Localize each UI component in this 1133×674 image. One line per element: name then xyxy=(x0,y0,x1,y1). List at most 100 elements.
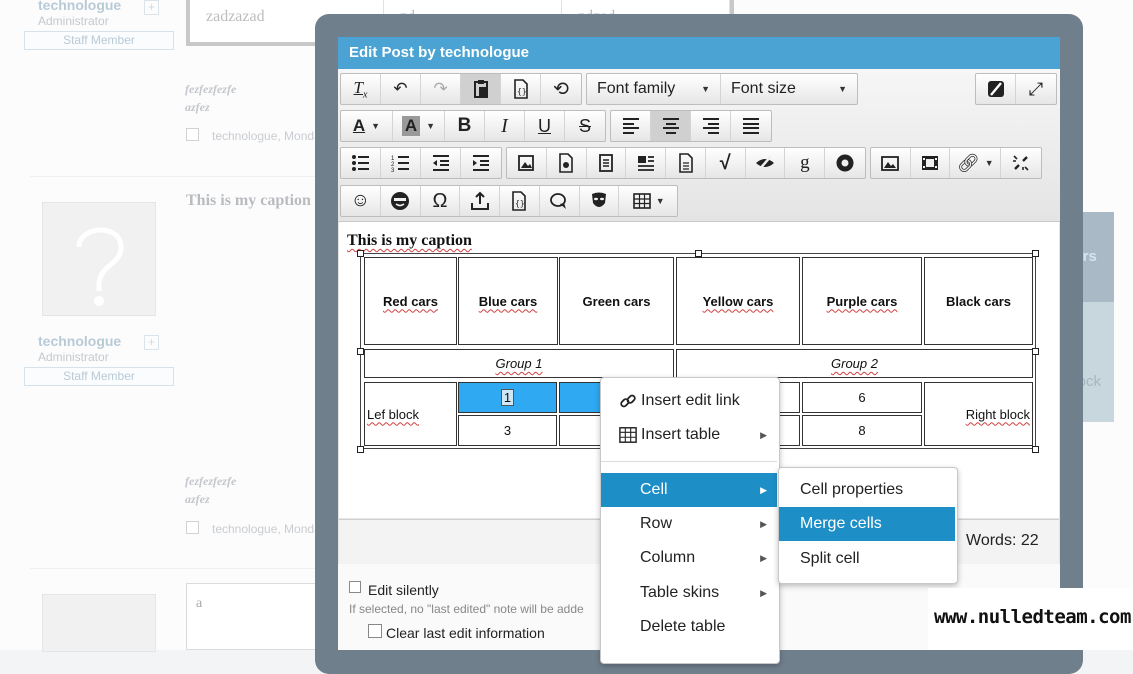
table-header-cell[interactable]: Black cars xyxy=(924,257,1033,345)
insert-template-button[interactable] xyxy=(666,148,706,178)
insert-code-button[interactable]: {} xyxy=(500,186,540,216)
table-caption[interactable]: This is my caption xyxy=(347,232,472,250)
font-family-dropdown[interactable]: Font family ▼ xyxy=(587,74,721,104)
justify-button[interactable] xyxy=(731,111,771,141)
insert-spoiler-button[interactable] xyxy=(746,148,786,178)
redo-button[interactable]: ↷ xyxy=(421,74,461,104)
resize-handle[interactable] xyxy=(1032,250,1039,257)
background-color-button[interactable]: A ▼ xyxy=(393,111,445,141)
insert-video-button[interactable] xyxy=(911,148,951,178)
table-cell[interactable]: 8 xyxy=(802,415,922,446)
insert-image-gallery-button[interactable] xyxy=(507,148,547,178)
align-right-button[interactable] xyxy=(691,111,731,141)
table-header-cell[interactable]: Blue cars xyxy=(458,257,558,345)
font-size-dropdown[interactable]: Font size ▼ xyxy=(721,74,857,104)
insert-file-button[interactable] xyxy=(547,148,587,178)
avatar[interactable] xyxy=(42,594,156,652)
divider xyxy=(30,568,330,569)
menu-item-split-cell[interactable]: Split cell xyxy=(779,542,955,576)
insert-google-button[interactable]: g xyxy=(785,148,826,178)
post-select-checkbox[interactable] xyxy=(186,521,199,534)
table-cell-left-block[interactable]: Lef block xyxy=(364,382,457,446)
plus-icon[interactable]: + xyxy=(144,0,159,15)
clear-formatting-button[interactable]: Tx xyxy=(341,74,381,104)
fullscreen-button[interactable]: ⤢ xyxy=(1016,74,1056,104)
strikethrough-button[interactable]: S xyxy=(565,111,605,141)
menu-item-insert-table[interactable]: Insert table ▶ xyxy=(601,418,777,452)
insert-formula-button[interactable]: √ xyxy=(706,148,746,178)
insert-document-button[interactable] xyxy=(587,148,627,178)
table-group-cell[interactable]: Group 1 xyxy=(364,349,674,378)
edit-silently-checkbox[interactable] xyxy=(349,581,361,593)
insert-table-button[interactable]: ▼ xyxy=(619,186,677,216)
menu-item-merge-cells[interactable]: Merge cells xyxy=(779,507,955,541)
menu-item-table-skins[interactable]: Table skins ▶ xyxy=(601,576,777,610)
menu-item-cell-properties[interactable]: Cell properties xyxy=(779,473,955,507)
italic-button[interactable]: I xyxy=(485,111,525,141)
table-header-cell[interactable]: Yellow cars xyxy=(676,257,800,345)
menu-item-label: Table skins xyxy=(640,584,720,601)
post-select-checkbox[interactable] xyxy=(186,128,199,141)
table-header-cell[interactable]: Red cars xyxy=(364,257,457,345)
table-cell[interactable]: 6 xyxy=(802,382,922,413)
source-code-button[interactable]: {} xyxy=(501,74,541,104)
indent-button[interactable] xyxy=(461,148,501,178)
code-file-icon: {} xyxy=(513,79,528,99)
plus-icon[interactable]: + xyxy=(144,335,159,350)
undo-button[interactable]: ↶ xyxy=(381,74,421,104)
insert-image-button[interactable] xyxy=(871,148,911,178)
user-name-link[interactable]: technologue xyxy=(38,333,121,349)
quick-reply-input[interactable]: a xyxy=(186,583,336,650)
user-name-link[interactable]: technologue xyxy=(38,0,121,13)
table-group-cell[interactable]: Group 2 xyxy=(676,349,1033,378)
insert-mask-button[interactable] xyxy=(580,186,620,216)
insert-upload-button[interactable] xyxy=(460,186,501,216)
underline-button[interactable]: U xyxy=(525,111,565,141)
table-header-cell[interactable]: Purple cars xyxy=(802,257,922,345)
align-left-button[interactable] xyxy=(611,111,651,141)
align-center-button[interactable] xyxy=(651,111,691,141)
resize-handle[interactable] xyxy=(1032,348,1039,355)
resize-handle[interactable] xyxy=(357,446,364,453)
bold-button[interactable]: B xyxy=(445,111,485,141)
table-cell-right-block[interactable]: Right block xyxy=(924,382,1033,446)
insert-quote-button[interactable] xyxy=(540,186,580,216)
table-cell[interactable] xyxy=(777,382,800,413)
table-cell[interactable]: 3 xyxy=(458,415,557,446)
insert-emoji-button[interactable] xyxy=(381,186,421,216)
menu-item-cell[interactable]: Cell ▶ xyxy=(601,473,777,507)
table-header-cell[interactable]: Green cars xyxy=(559,257,674,345)
unlink-button[interactable] xyxy=(1001,148,1041,178)
numbered-list-button[interactable]: 123 xyxy=(381,148,421,178)
menu-item-column[interactable]: Column ▶ xyxy=(601,541,777,575)
text-color-button[interactable]: A ▼ xyxy=(341,111,393,141)
special-character-button[interactable]: Ω xyxy=(421,186,461,216)
table-cell-selected[interactable] xyxy=(559,382,601,413)
paste-button[interactable] xyxy=(461,74,501,104)
menu-item-insert-edit-link[interactable]: Insert edit link xyxy=(601,384,777,418)
bullet-list-button[interactable] xyxy=(341,148,381,178)
resize-handle[interactable] xyxy=(695,250,702,257)
resize-handle[interactable] xyxy=(357,250,364,257)
insert-smilie-button[interactable]: ☺ xyxy=(341,186,381,216)
bold-icon: B xyxy=(457,115,472,136)
insert-article-button[interactable] xyxy=(626,148,667,178)
toggle-bbcode-button[interactable] xyxy=(976,74,1016,104)
resize-handle[interactable] xyxy=(1032,446,1039,453)
table-cell[interactable] xyxy=(777,415,800,446)
avatar[interactable] xyxy=(42,202,156,316)
toolbar-group-view: ⤢ xyxy=(975,73,1057,105)
restore-draft-button[interactable]: ⟲ xyxy=(541,74,581,104)
insert-link-button[interactable]: 🔗︎ ▼ xyxy=(950,148,1002,178)
menu-item-row[interactable]: Row ▶ xyxy=(601,507,777,541)
caret-down-icon: ▼ xyxy=(426,121,436,131)
outdent-button[interactable] xyxy=(421,148,461,178)
post-meta: technologue, Monday xyxy=(212,129,327,143)
insert-media-button[interactable] xyxy=(825,148,865,178)
table-cell[interactable] xyxy=(559,415,601,446)
table-cell-selected[interactable]: 1 xyxy=(458,382,557,413)
clear-last-edit-checkbox[interactable] xyxy=(368,624,382,638)
resize-handle[interactable] xyxy=(357,348,364,355)
toolbar-group-align xyxy=(610,110,772,142)
menu-item-delete-table[interactable]: Delete table xyxy=(601,610,777,644)
